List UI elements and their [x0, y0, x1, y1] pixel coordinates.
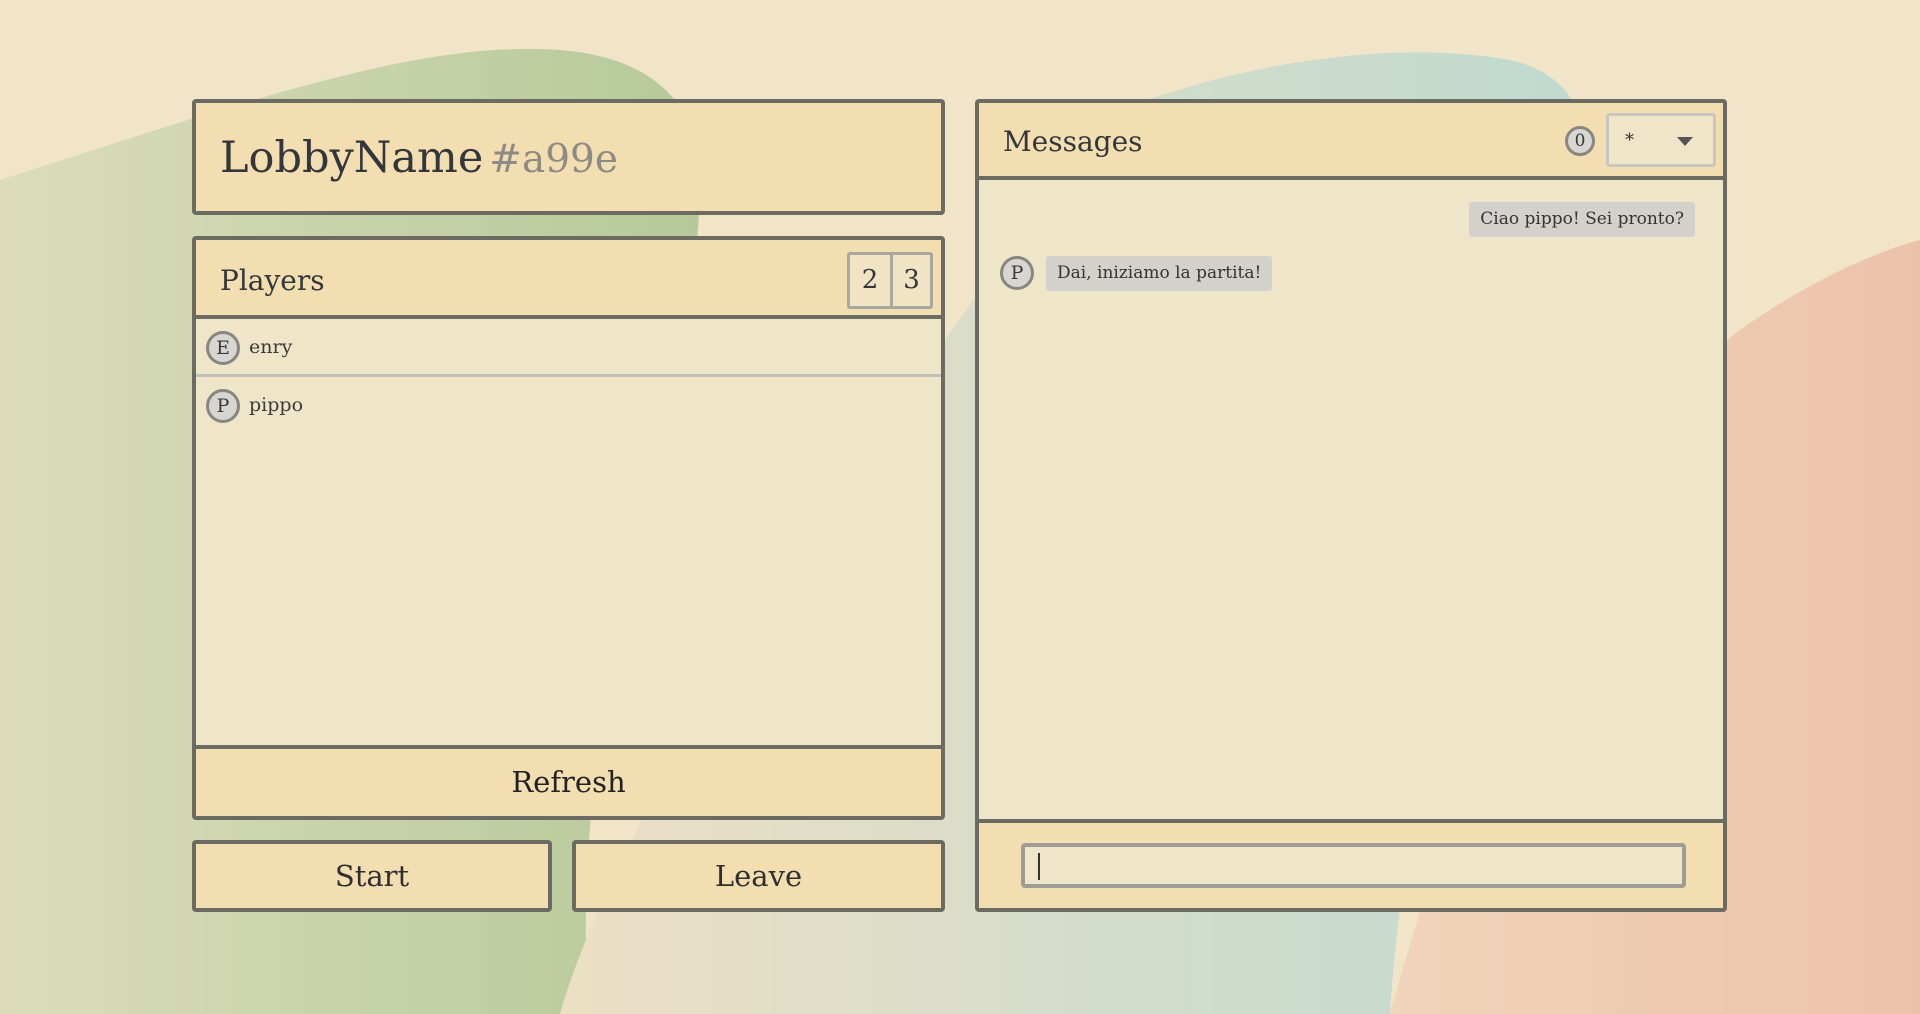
avatar: P [206, 389, 240, 423]
messages-panel: Messages 0 * Ciao pippo! Sei pronto? P D… [975, 99, 1727, 912]
players-title: Players [220, 264, 325, 297]
player-name: enry [249, 336, 293, 358]
text-caret [1038, 853, 1040, 880]
refresh-button[interactable]: Refresh [196, 745, 941, 816]
player-name: pippo [249, 394, 304, 416]
channel-select-value: * [1625, 130, 1634, 151]
message-composer [979, 819, 1723, 908]
message-list: Ciao pippo! Sei pronto? P Dai, iniziamo … [979, 180, 1723, 819]
avatar: E [206, 331, 240, 365]
player-count-current: 2 [850, 255, 890, 306]
leave-button[interactable]: Leave [572, 840, 945, 912]
list-item[interactable]: E enry [196, 319, 941, 377]
messages-header: Messages 0 * [979, 103, 1723, 180]
messages-title: Messages [1003, 125, 1143, 158]
message-bubble-outgoing: Ciao pippo! Sei pronto? [1469, 202, 1695, 237]
channel-select[interactable]: * [1606, 113, 1716, 167]
players-header: Players 2 3 [196, 240, 941, 319]
player-count: 2 3 [847, 252, 933, 309]
player-count-max: 3 [890, 255, 930, 306]
start-button[interactable]: Start [192, 840, 552, 912]
list-item[interactable]: P pippo [196, 377, 941, 435]
lobby-id: #a99e [489, 137, 618, 182]
player-list: E enry P pippo [196, 319, 941, 745]
players-panel: Players 2 3 E enry P pippo Refresh [192, 236, 945, 820]
message-bubble-incoming: Dai, iniziamo la partita! [1046, 256, 1273, 291]
avatar: P [1000, 256, 1034, 290]
lobby-title: LobbyName #a99e [220, 133, 618, 183]
lobby-name: LobbyName [220, 133, 484, 183]
message-input[interactable] [1021, 843, 1686, 888]
chevron-down-icon [1677, 137, 1693, 146]
unread-count-badge: 0 [1565, 126, 1595, 156]
lobby-header: LobbyName #a99e [192, 99, 945, 215]
